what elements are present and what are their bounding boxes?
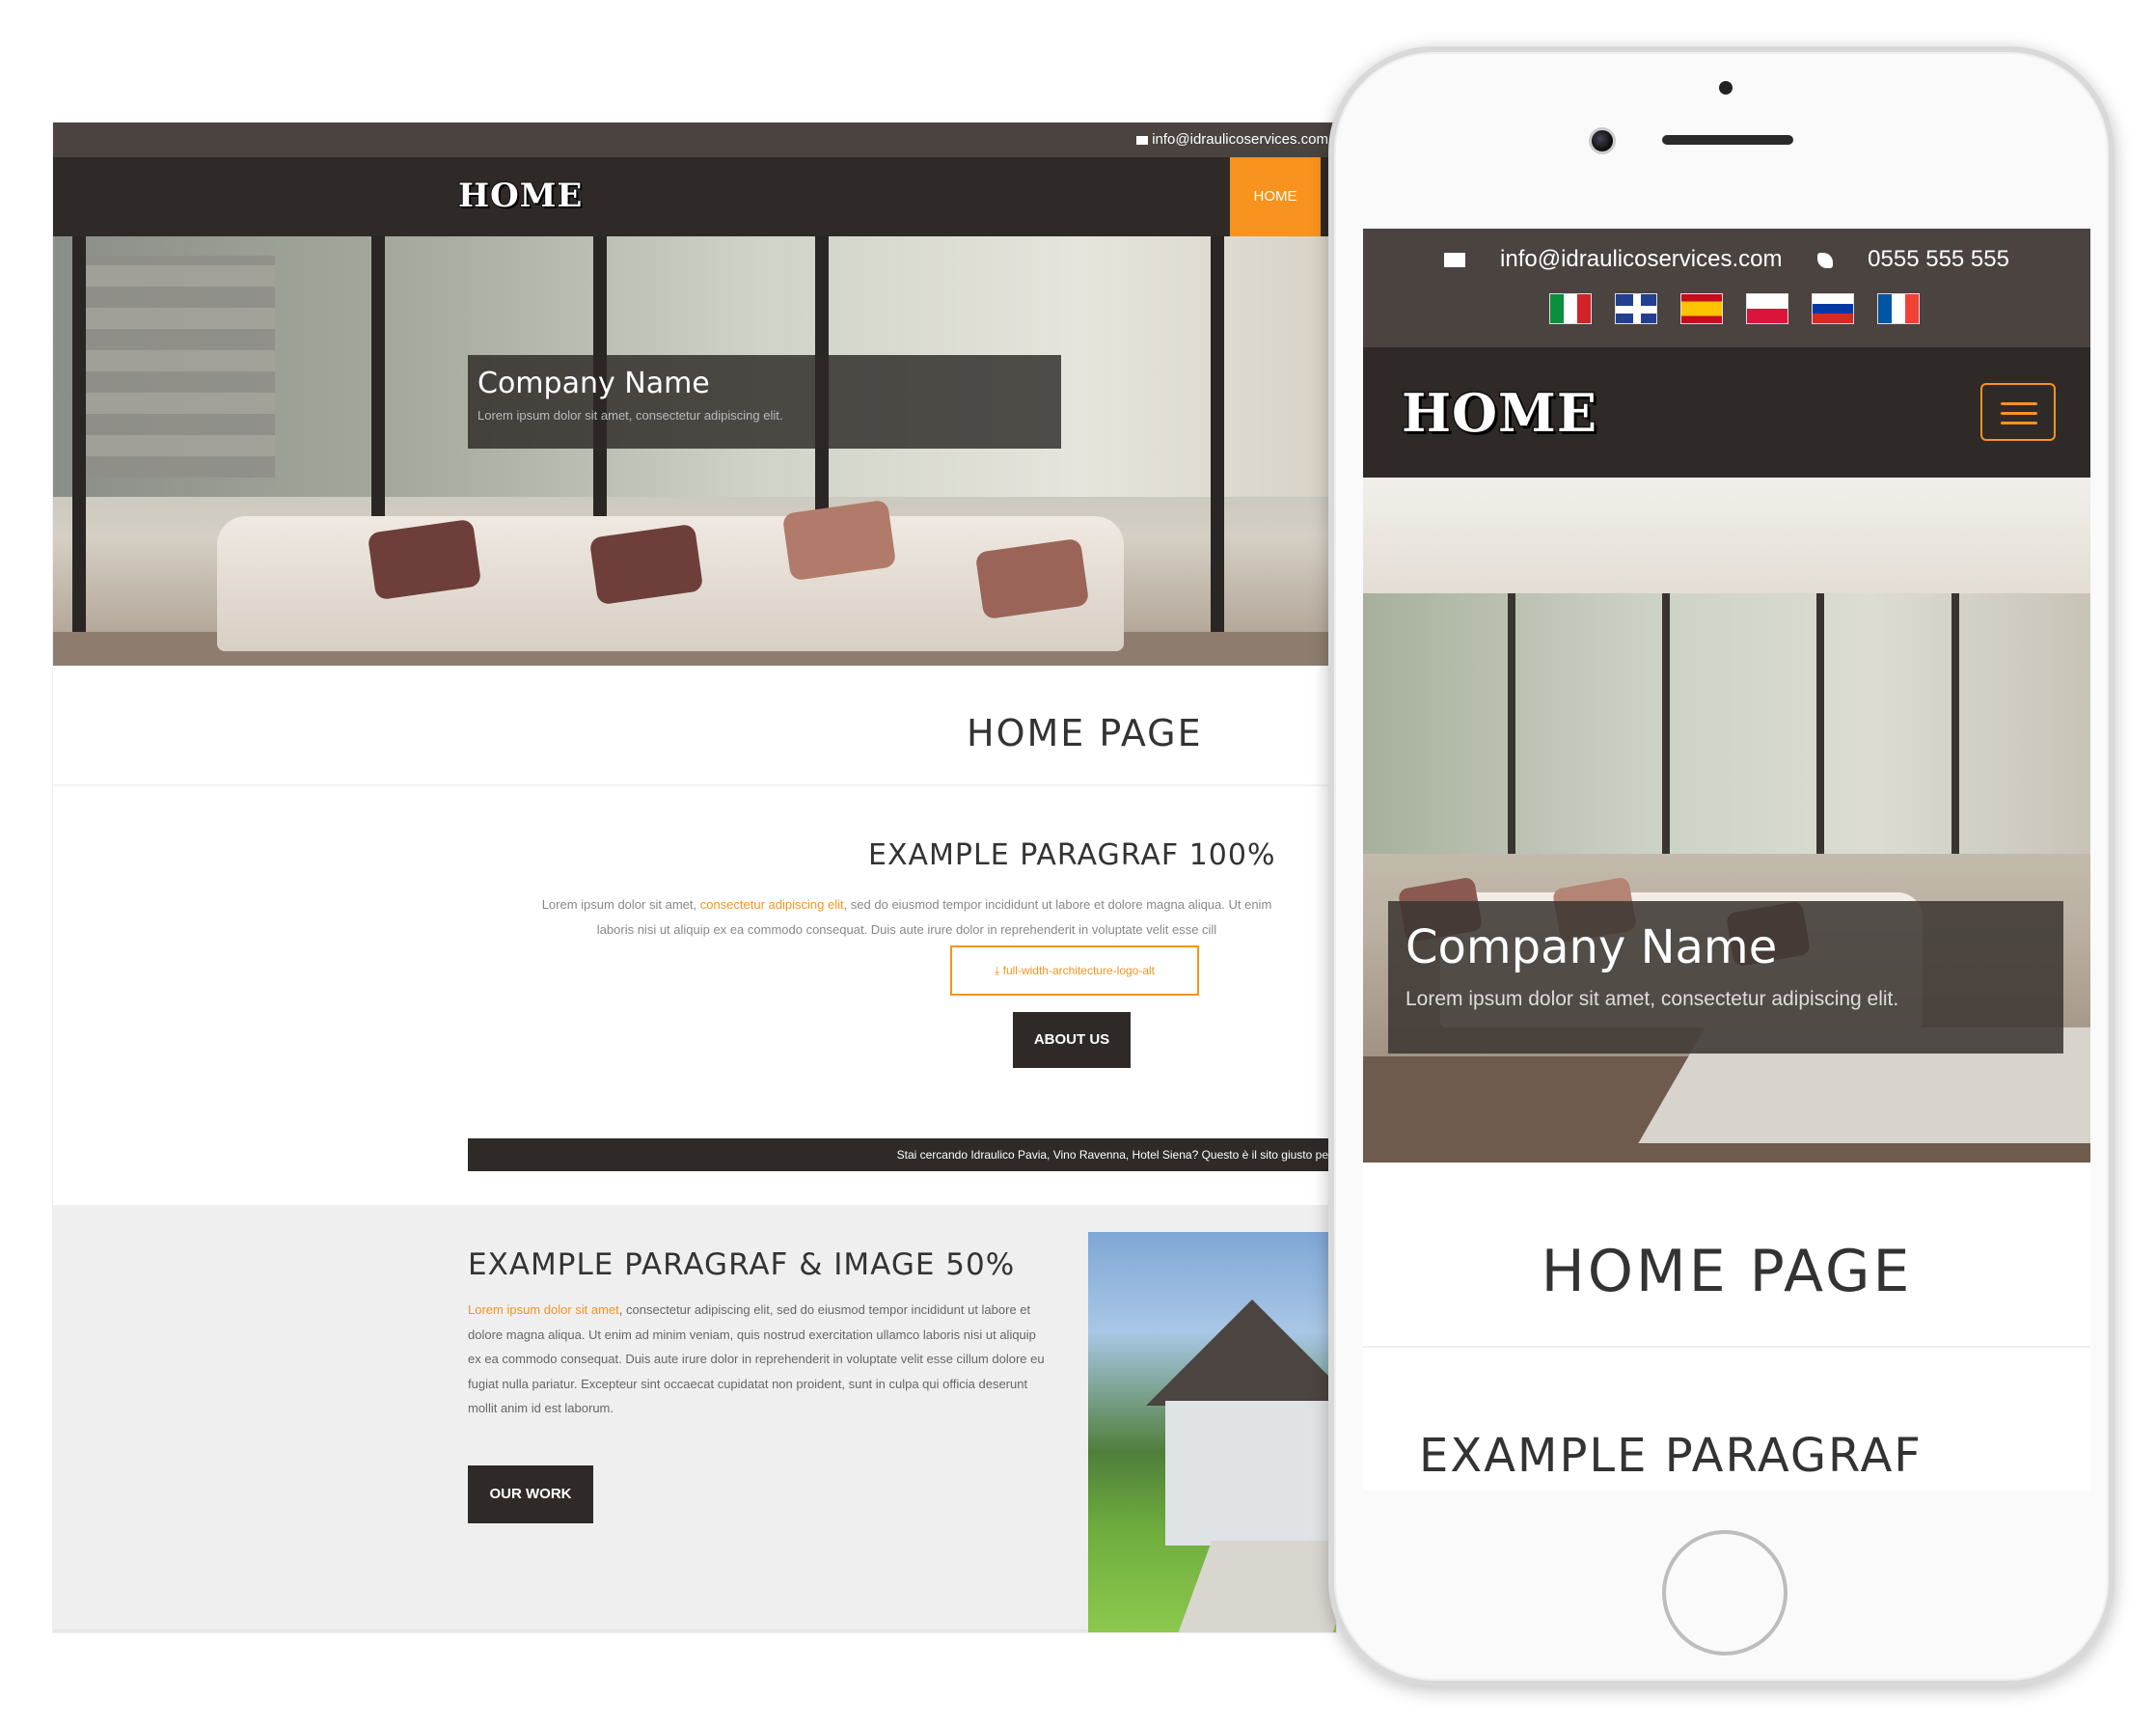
hamburger-menu-button[interactable]: [1980, 383, 2056, 441]
mobile-topbar: info@idraulicoservices.com 0555 555 555: [1363, 229, 2090, 347]
mobile-company-name: Company Name: [1405, 920, 1778, 974]
mobile-screen: info@idraulicoservices.com 0555 555 555 …: [1363, 229, 2090, 1491]
our-work-button[interactable]: OUR WORK: [468, 1465, 593, 1523]
download-button[interactable]: ⤓ full-width-architecture-logo-alt: [950, 945, 1199, 996]
phone-home-button[interactable]: [1662, 1530, 1788, 1656]
mobile-logo[interactable]: HOME: [1401, 381, 1598, 446]
mobile-section-heading: EXAMPLE PARAGRAF: [1419, 1429, 1923, 1483]
desktop-section1-link[interactable]: consectetur adipiscing elit: [700, 897, 844, 912]
desktop-email-link[interactable]: info@idraulicoservices.com: [1136, 131, 1328, 148]
russian-flag-icon[interactable]: [1812, 293, 1854, 324]
polish-flag-icon[interactable]: [1746, 293, 1788, 324]
desktop-page-title-section: HOME PAGE: [53, 666, 1336, 786]
menu-icon: [2001, 402, 2037, 405]
french-flag-icon[interactable]: [1877, 293, 1920, 324]
mobile-navbar: HOME: [1363, 347, 2090, 478]
phone-sensor: [1719, 81, 1733, 95]
desktop-section1-text: Lorem ipsum dolor sit amet, consectetur …: [541, 897, 1272, 937]
mobile-hero-image: Company Name Lorem ipsum dolor sit amet,…: [1363, 478, 2090, 1163]
desktop-page-title: HOME PAGE: [967, 712, 1203, 754]
desktop-section-half-width: EXAMPLE PARAGRAF & IMAGE 50% Lorem ipsum…: [53, 1205, 1336, 1632]
mockup-stage: info@idraulicoservices.com HOME HOME Com…: [0, 0, 2156, 1724]
camera-icon: [1589, 127, 1616, 154]
desktop-section-full-width: EXAMPLE PARAGRAF 100% Lorem ipsum dolor …: [53, 788, 1336, 1203]
spanish-flag-icon[interactable]: [1680, 293, 1723, 324]
mobile-page-title: HOME PAGE: [1541, 1238, 1913, 1305]
phone-icon: [1817, 252, 1834, 268]
about-us-button[interactable]: ABOUT US: [1013, 1012, 1131, 1068]
mobile-section: EXAMPLE PARAGRAF: [1363, 1350, 2090, 1491]
desktop-company-name: Company Name: [478, 367, 710, 400]
mobile-phone-link[interactable]: 0555 555 555: [1817, 246, 2009, 272]
mobile-hero-caption: Company Name Lorem ipsum dolor sit amet,…: [1388, 901, 2063, 1054]
envelope-icon: [1136, 135, 1149, 145]
phone-mockup: info@idraulicoservices.com 0555 555 555 …: [1328, 46, 2115, 1686]
desktop-email-text: info@idraulicoservices.com: [1152, 131, 1328, 148]
desktop-hero-caption: Company Name Lorem ipsum dolor sit amet,…: [468, 355, 1061, 449]
language-flags: [1549, 293, 1943, 324]
envelope-icon: [1444, 253, 1466, 268]
mobile-contact-row: info@idraulicoservices.com 0555 555 555: [1363, 246, 2090, 273]
desktop-nav-home[interactable]: HOME: [1230, 157, 1321, 236]
desktop-navbar: HOME HOME: [53, 157, 1336, 236]
house-image: [1088, 1232, 1336, 1632]
desktop-ticker-bar: Stai cercando Idraulico Pavia, Vino Rave…: [468, 1138, 1336, 1171]
italian-flag-icon[interactable]: [1549, 293, 1592, 324]
download-icon: ⤓: [994, 964, 1003, 977]
desktop-section2-heading: EXAMPLE PARAGRAF & IMAGE 50%: [468, 1247, 1016, 1282]
desktop-hero-image: Company Name Lorem ipsum dolor sit amet,…: [53, 236, 1336, 666]
desktop-logo[interactable]: HOME: [457, 176, 583, 216]
desktop-section2-link[interactable]: Lorem ipsum dolor sit amet: [468, 1302, 619, 1317]
phone-speaker: [1662, 135, 1793, 145]
mobile-page-title-section: HOME PAGE: [1363, 1163, 2090, 1348]
mobile-email-link[interactable]: info@idraulicoservices.com: [1444, 246, 1782, 272]
desktop-screenshot: info@idraulicoservices.com HOME HOME Com…: [53, 123, 1336, 1632]
desktop-hero-subtitle: Lorem ipsum dolor sit amet, consectetur …: [478, 408, 783, 423]
desktop-section1-heading: EXAMPLE PARAGRAF 100%: [868, 838, 1276, 872]
uk-flag-icon[interactable]: [1615, 293, 1657, 324]
desktop-topbar: info@idraulicoservices.com: [53, 123, 1336, 157]
mobile-hero-subtitle: Lorem ipsum dolor sit amet, consectetur …: [1405, 988, 1899, 1010]
desktop-section2-text: Lorem ipsum dolor sit amet, consectetur …: [468, 1302, 1045, 1415]
